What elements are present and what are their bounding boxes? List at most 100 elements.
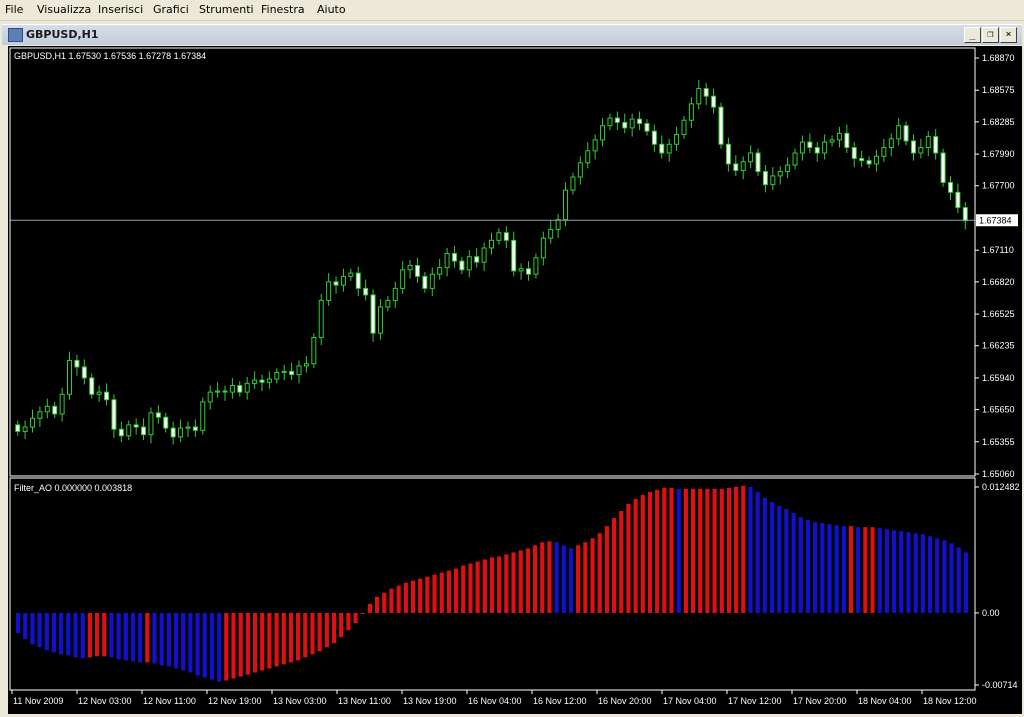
indicator-bar (288, 612, 294, 663)
indicator-bar (805, 520, 811, 613)
candle-body (104, 391, 110, 401)
candle-body (755, 152, 761, 173)
candle-body (429, 273, 435, 289)
candle-body (659, 143, 665, 154)
indicator-bar (23, 612, 28, 640)
indicator-bar (834, 525, 839, 613)
candle-body (511, 239, 517, 272)
indicator-bar (755, 491, 760, 613)
indicator-bar (159, 612, 164, 666)
indicator-bar (540, 542, 545, 613)
indicator-tick-label: -0.00714 (982, 680, 1018, 690)
time-tick-label: 16 Nov 20:00 (598, 696, 652, 706)
indicator-bar (798, 517, 803, 613)
candle-body (326, 281, 332, 301)
indicator-bar (899, 531, 904, 613)
candle-body (59, 393, 65, 415)
indicator-bar (619, 511, 624, 613)
candle-body (807, 141, 813, 149)
indicator-bar (66, 612, 71, 656)
indicator-bar (59, 612, 64, 655)
indicator-bar (719, 488, 724, 613)
indicator-bar (209, 612, 215, 680)
time-tick-label: 12 Nov 03:00 (78, 696, 132, 706)
indicator-bar (123, 612, 128, 661)
candle-body (459, 260, 465, 271)
time-tick-label: 18 Nov 04:00 (858, 696, 912, 706)
indicator-bar (511, 552, 516, 613)
candle-body (170, 427, 176, 438)
candle-body (89, 377, 95, 395)
candle-body (414, 264, 420, 277)
indicator-bar (109, 612, 114, 658)
indicator-bar (604, 526, 609, 613)
indicator-bar (784, 509, 789, 613)
time-tick-label: 17 Nov 04:00 (663, 696, 717, 706)
candle-body (244, 382, 250, 393)
candle-body (592, 139, 598, 152)
candle-body (155, 412, 161, 418)
indicator-bar (927, 536, 933, 613)
candle-body (178, 427, 184, 438)
chart-canvas[interactable]: 1.67384 1.68870 1.68575 1.68285 1.67990 1.67… (0, 0, 1024, 717)
indicator-bar (935, 538, 940, 613)
candle-body (866, 160, 872, 165)
indicator-bar (963, 552, 968, 613)
candle-body (200, 401, 206, 431)
candle-body (792, 152, 798, 166)
candle-body (933, 136, 939, 154)
indicator-bar (683, 488, 688, 613)
candle-body (67, 359, 73, 395)
candle-body (918, 147, 924, 154)
time-tick-label: 13 Nov 19:00 (403, 696, 457, 706)
candle-body (74, 359, 80, 368)
indicator-bar (920, 534, 925, 613)
indicator-bar (454, 568, 459, 613)
price-tick-label: 1.67990 (982, 149, 1015, 159)
candle-body (126, 424, 132, 437)
candle-body (466, 256, 472, 271)
candle-body (370, 294, 376, 334)
indicator-bar (281, 612, 286, 665)
candle-body (281, 370, 287, 373)
indicator-bar (554, 542, 559, 613)
price-tick-label: 1.68870 (982, 53, 1015, 63)
candle-body (585, 150, 591, 164)
candle-body (266, 378, 272, 383)
indicator-bar (360, 612, 365, 614)
candle-body (30, 417, 36, 428)
candle-body (873, 155, 879, 165)
candle-body (237, 385, 243, 393)
candle-body (718, 106, 724, 145)
indicator-bar (532, 545, 538, 613)
time-tick-label: 12 Nov 19:00 (208, 696, 262, 706)
candle-body (229, 385, 235, 393)
indicator-bar (296, 612, 301, 661)
candle-body (548, 228, 554, 239)
candle-body (363, 287, 369, 296)
candle-body (600, 125, 606, 141)
indicator-bar (777, 505, 782, 613)
candle-body (777, 171, 783, 177)
candle-body (489, 239, 494, 249)
candle-body (392, 287, 398, 301)
candle-body (474, 256, 480, 263)
price-tick-label: 1.66820 (982, 277, 1015, 287)
candle-body (407, 264, 413, 271)
candle-body (540, 237, 546, 259)
candle-body (141, 426, 147, 436)
candle-body (555, 219, 561, 230)
candle-body (185, 426, 191, 429)
indicator-bar (504, 554, 509, 613)
indicator-bar (367, 603, 373, 613)
indicator-tick-label: 0.012482 (982, 482, 1020, 492)
candle-body (252, 379, 258, 384)
indicator-bar (303, 612, 308, 658)
candle-body (340, 275, 346, 286)
indicator-bar (712, 488, 717, 613)
candle-body (518, 268, 524, 272)
indicator-bar (102, 612, 107, 657)
candle-body (400, 269, 406, 289)
candle-body (651, 130, 657, 145)
indicator-bar (590, 538, 595, 613)
